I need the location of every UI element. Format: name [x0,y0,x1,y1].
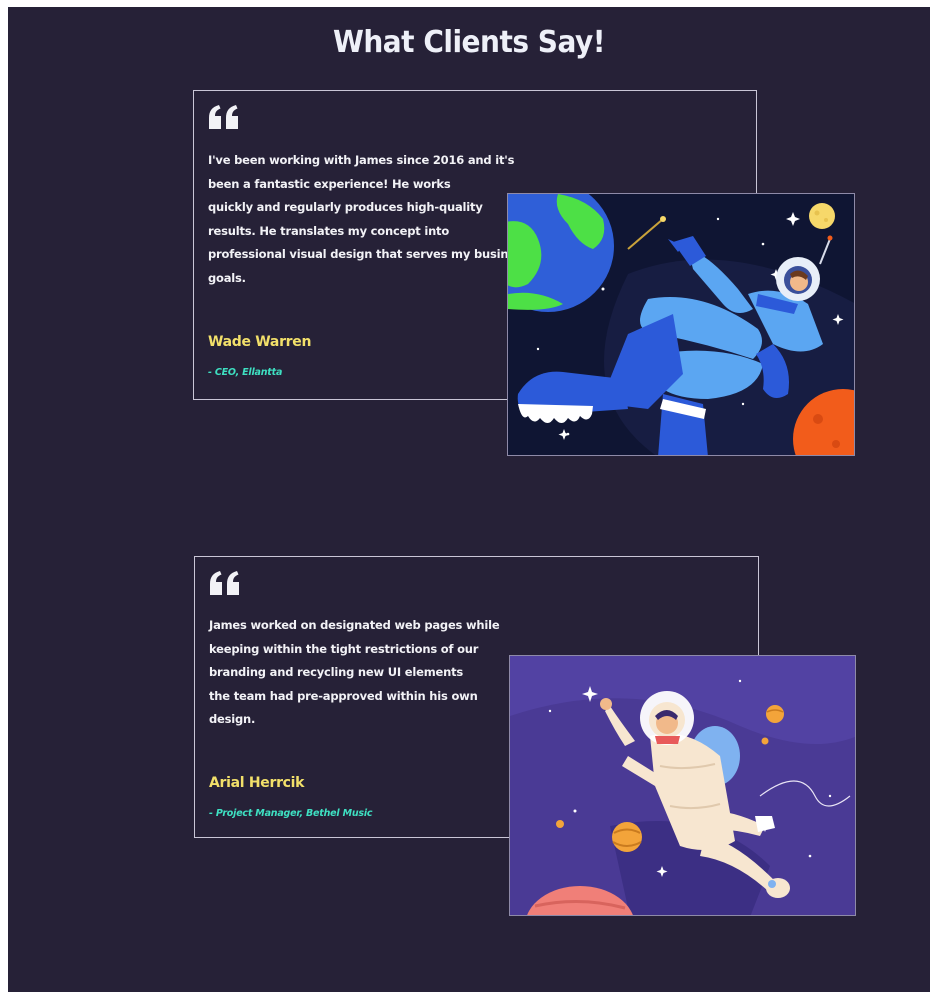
astronaut-floating-illustration [509,655,856,916]
quote-line: results. He translates my concept into [208,223,450,238]
quote-line: branding and recycling new UI elements [209,665,464,679]
client-role: - CEO, Ellantta [208,367,283,378]
quote-line: been a fantastic experience! He works [208,176,451,191]
client-name: Wade Warren [208,334,312,350]
quote-line: design. [209,712,256,726]
astronaut-earth-illustration [507,193,855,456]
quote-line: keeping within the tight restrictions of… [209,641,479,656]
quote-icon [210,571,239,595]
testimonial-quote: I've been working with James since 2016 … [208,149,530,290]
section-title: What Clients Say! [332,23,606,60]
quote-line: quickly and regularly produces high-qual… [208,200,483,214]
quote-line: the team had pre-approved within his own [209,688,478,703]
quote-line: I've been working with James since 2016 … [208,153,515,167]
quote-icon [209,105,238,129]
client-name: Arial Herrcik [209,775,305,791]
testimonial-quote: James worked on designated web pages whi… [209,614,500,732]
quote-line: professional visual design that serves m… [208,247,530,261]
client-role: - Project Manager, Bethel Music [209,808,373,819]
quote-line: James worked on designated web pages whi… [209,618,500,632]
quote-line: goals. [208,270,246,285]
testimonials-section: What Clients Say! I've been working with… [8,7,930,992]
